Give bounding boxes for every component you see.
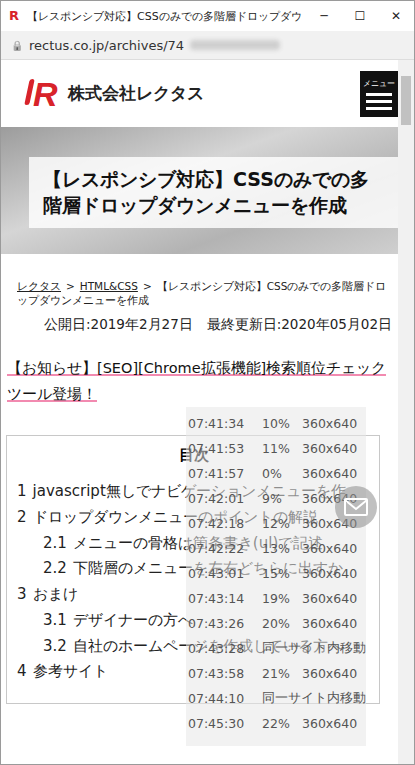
log-percent: 19%	[262, 591, 302, 606]
toc-number: 2.2	[43, 559, 67, 577]
menu-label: メニュー	[363, 78, 395, 89]
address-bar[interactable]: 🔒 rectus.co.jp/archives/74	[1, 31, 414, 60]
breadcrumb: レクタス>HTML&CSS>【レスポンシブ対応】CSSのみでの多階層ドロップダウ…	[1, 254, 398, 307]
breadcrumb-separator: >	[66, 280, 75, 292]
log-time: 07:43:01	[188, 566, 262, 581]
log-percent: 13%	[262, 541, 302, 556]
log-row: 07:43:2620%360x640	[188, 611, 366, 636]
toc-number: 3	[17, 585, 27, 603]
log-percent: 11%	[262, 441, 302, 456]
toc-number: 3.1	[43, 611, 67, 629]
log-size: 360x640	[302, 466, 366, 481]
scrollbar[interactable]	[398, 60, 414, 764]
log-row: 07:43:28同一サイト内移動	[188, 636, 366, 661]
window-control-button[interactable]: ☐	[342, 1, 378, 31]
log-row: 07:41:570%360x640	[188, 461, 366, 486]
logo-bar-icon	[24, 79, 35, 105]
published-date: 公開日:2019年2月27日	[44, 316, 193, 332]
lock-icon: 🔒	[11, 40, 23, 51]
log-row: 07:44:10同一サイト内移動	[188, 686, 366, 711]
log-size: 360x640	[302, 441, 366, 456]
log-row: 07:45:3022%360x640	[188, 711, 366, 736]
notice-link[interactable]: 【お知らせ】[SEO][Chrome拡張機能]検索順位チェックツール登場！	[7, 360, 386, 401]
page-viewport: R 株式会社レクタス メニュー【レスポンシブ対応】CSSのみでの多階層ドロップダウン…	[1, 60, 414, 764]
log-time: 07:45:30	[188, 716, 262, 731]
window-title: 【レスポンシブ対応】CSSのみでの多階層ドロップダウ	[27, 9, 306, 24]
title-bar: R 【レスポンシブ対応】CSSのみでの多階層ドロップダウ─☐✕	[1, 1, 414, 31]
log-percent: 22%	[262, 716, 302, 731]
log-size: 360x640	[302, 416, 366, 431]
log-time: 07:42:01	[188, 491, 262, 506]
log-time: 07:43:58	[188, 666, 262, 681]
log-percent: 15%	[262, 566, 302, 581]
log-row: 07:43:1419%360x640	[188, 586, 366, 611]
log-row: 07:41:5311%360x640	[188, 436, 366, 461]
log-percent: 12%	[262, 516, 302, 531]
browser-window: R 【レスポンシブ対応】CSSのみでの多階層ドロップダウ─☐✕ 🔒 rectus.co…	[0, 0, 415, 765]
log-time: 07:43:14	[188, 591, 262, 606]
toc-number: 4	[17, 662, 27, 680]
company-name: 株式会社レクタス	[68, 82, 204, 105]
mail-icon[interactable]	[334, 485, 378, 529]
log-time: 07:43:26	[188, 616, 262, 631]
site-header: R 株式会社レクタス メニュー	[1, 60, 398, 127]
updated-date: 最終更新日:2020年05月02日	[207, 316, 392, 332]
window-control-button[interactable]: ✕	[378, 1, 414, 31]
log-navigation: 同一サイト内移動	[262, 690, 366, 707]
scroll-log-panel: 07:41:3410%360x64007:41:5311%360x64007:4…	[186, 407, 366, 746]
hamburger-icon	[366, 93, 392, 96]
article-title: 【レスポンシブ対応】CSSのみでの多階層ドロップダウンメニューを作成	[29, 157, 398, 228]
breadcrumb-item[interactable]: HTML&CSS	[80, 280, 138, 292]
favicon-icon: R	[7, 9, 21, 23]
log-time: 07:43:28	[188, 641, 262, 656]
log-size: 360x640	[302, 616, 366, 631]
log-percent: 21%	[262, 666, 302, 681]
log-row: 07:43:0115%360x640	[188, 561, 366, 586]
window-controls: ─☐✕	[306, 1, 414, 31]
log-row: 07:43:5821%360x640	[188, 661, 366, 686]
hamburger-icon	[366, 100, 392, 103]
menu-button[interactable]: メニュー	[360, 71, 398, 117]
log-time: 07:42:22	[188, 541, 262, 556]
log-time: 07:41:34	[188, 416, 262, 431]
hamburger-icon	[366, 107, 392, 110]
log-percent: 0%	[262, 466, 302, 481]
site-logo[interactable]: R 株式会社レクタス	[27, 77, 204, 111]
breadcrumb-item[interactable]: レクタス	[17, 280, 61, 292]
breadcrumb-separator: >	[143, 280, 152, 292]
hero: 【レスポンシブ対応】CSSのみでの多階層ドロップダウンメニューを作成	[1, 127, 398, 254]
logo-mark: R	[27, 77, 58, 111]
log-navigation: 同一サイト内移動	[262, 640, 366, 657]
log-time: 07:42:18	[188, 516, 262, 531]
scrollbar-thumb[interactable]	[401, 76, 411, 125]
notice[interactable]: 【お知らせ】[SEO][Chrome拡張機能]検索順位チェックツール登場！	[1, 334, 398, 407]
log-percent: 10%	[262, 416, 302, 431]
dates: 公開日:2019年2月27日最終更新日:2020年05月02日	[1, 308, 398, 335]
window-control-button[interactable]: ─	[306, 1, 342, 31]
toc-number: 2	[17, 508, 27, 526]
log-row: 07:42:2213%360x640	[188, 536, 366, 561]
log-time: 07:44:10	[188, 691, 262, 706]
toc-number: 2.1	[43, 534, 67, 552]
toc-number: 3.2	[43, 637, 67, 655]
log-size: 360x640	[302, 716, 366, 731]
log-time: 07:41:53	[188, 441, 262, 456]
log-percent: 20%	[262, 616, 302, 631]
blurred-url	[190, 40, 280, 50]
log-size: 360x640	[302, 566, 366, 581]
url-text: rectus.co.jp/archives/74	[29, 38, 184, 53]
log-row: 07:41:3410%360x640	[188, 411, 366, 436]
log-time: 07:41:57	[188, 466, 262, 481]
log-size: 360x640	[302, 666, 366, 681]
log-percent: 9%	[262, 491, 302, 506]
log-size: 360x640	[302, 541, 366, 556]
log-size: 360x640	[302, 591, 366, 606]
toc-number: 1	[17, 482, 27, 500]
